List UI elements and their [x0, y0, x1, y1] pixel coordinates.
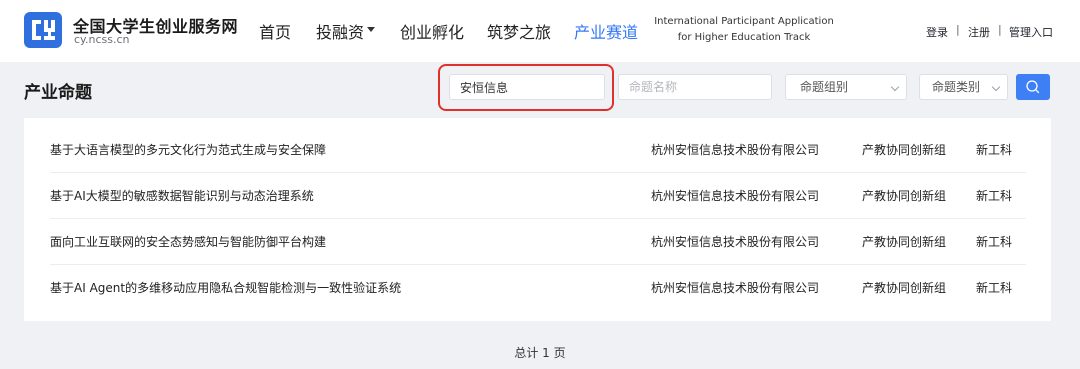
- auth-separator: |: [998, 23, 1002, 36]
- intl-application-link[interactable]: International Participant Application fo…: [652, 14, 836, 46]
- company-name: 杭州安恒信息技术股份有限公司: [651, 235, 820, 249]
- topic-category: 新工科: [976, 281, 1013, 295]
- topic-title[interactable]: 面向工业互联网的安全态势感知与智能防御平台构建: [50, 219, 326, 265]
- group-select-label: 命题组别: [800, 80, 849, 94]
- nav-item-home[interactable]: 首页: [259, 19, 291, 43]
- top-navbar: 全国大学生创业服务网 cy.ncss.cn 首页 投融资 创业孵化 筑梦之旅 产…: [0, 0, 1080, 62]
- search-button[interactable]: [1016, 74, 1050, 100]
- company-name: 杭州安恒信息技术股份有限公司: [651, 143, 820, 157]
- nav-item-investment[interactable]: 投融资: [316, 19, 364, 43]
- topic-name-field[interactable]: [618, 74, 772, 100]
- search-icon: [1026, 80, 1040, 94]
- topic-group: 产教协同创新组: [862, 143, 947, 157]
- table-row[interactable]: 基于AI大模型的敏感数据智能识别与动态治理系统 杭州安恒信息技术股份有限公司 产…: [50, 173, 1026, 219]
- results-table: 基于大语言模型的多元文化行为范式生成与安全保障 杭州安恒信息技术股份有限公司 产…: [24, 118, 1051, 321]
- pagination-total: 总计 1 页: [514, 346, 566, 360]
- intl-line-2: for Higher Education Track: [677, 32, 811, 43]
- nav-item-dream-journey[interactable]: 筑梦之旅: [487, 19, 551, 43]
- topic-category: 新工科: [976, 189, 1013, 203]
- chevron-down-icon: [991, 82, 1001, 92]
- page-title: 产业命题: [24, 83, 92, 103]
- topic-group: 产教协同创新组: [862, 281, 947, 295]
- topic-title[interactable]: 基于AI Agent的多维移动应用隐私合规智能检测与一致性验证系统: [50, 265, 401, 311]
- nav-item-industry-track[interactable]: 产业赛道: [574, 19, 638, 43]
- intl-line-1: International Participant Application: [654, 16, 834, 27]
- topic-title[interactable]: 基于AI大模型的敏感数据智能识别与动态治理系统: [50, 173, 314, 219]
- nav-item-incubation[interactable]: 创业孵化: [400, 19, 464, 43]
- company-name: 杭州安恒信息技术股份有限公司: [651, 189, 820, 203]
- topic-group: 产教协同创新组: [862, 189, 947, 203]
- topic-group: 产教协同创新组: [862, 235, 947, 249]
- company-search-input[interactable]: [460, 75, 594, 99]
- chevron-down-icon: [367, 27, 375, 32]
- site-domain: cy.ncss.cn: [74, 33, 130, 46]
- topic-category: 新工科: [976, 235, 1013, 249]
- table-row[interactable]: 基于大语言模型的多元文化行为范式生成与安全保障 杭州安恒信息技术股份有限公司 产…: [50, 127, 1026, 173]
- site-logo[interactable]: [24, 12, 62, 48]
- admin-link[interactable]: 管理入口: [1009, 24, 1053, 40]
- topic-title[interactable]: 基于大语言模型的多元文化行为范式生成与安全保障: [50, 127, 326, 173]
- chevron-down-icon: [890, 82, 900, 92]
- logo-cy-icon: [32, 20, 55, 40]
- auth-separator: |: [956, 23, 960, 36]
- register-link[interactable]: 注册: [968, 24, 990, 40]
- company-name: 杭州安恒信息技术股份有限公司: [651, 281, 820, 295]
- group-select[interactable]: 命题组别: [785, 74, 907, 100]
- table-row[interactable]: 面向工业互联网的安全态势感知与智能防御平台构建 杭州安恒信息技术股份有限公司 产…: [50, 219, 1026, 265]
- topic-name-input[interactable]: [629, 75, 761, 99]
- category-select-label: 命题类别: [932, 80, 981, 94]
- login-link[interactable]: 登录: [926, 24, 948, 40]
- table-row[interactable]: 基于AI Agent的多维移动应用隐私合规智能检测与一致性验证系统 杭州安恒信息…: [50, 265, 1026, 311]
- topic-category: 新工科: [976, 143, 1013, 157]
- company-search-field[interactable]: [449, 74, 605, 100]
- category-select[interactable]: 命题类别: [919, 74, 1008, 100]
